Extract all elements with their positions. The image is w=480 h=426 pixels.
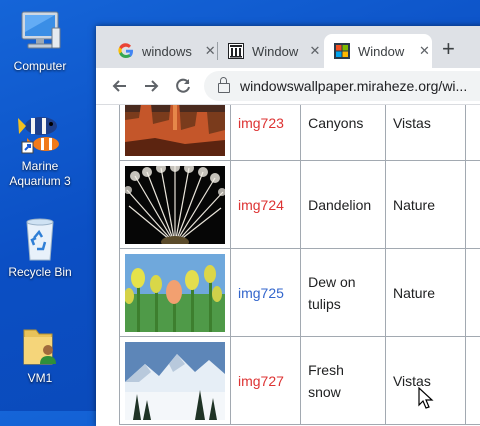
back-button[interactable] [110,76,130,96]
thumbnail-cell [120,161,231,249]
computer-icon [16,8,64,56]
image-id-link[interactable]: img727 [238,373,284,389]
id-cell: img727 [231,337,301,425]
thumbnail-cell [120,105,231,161]
desktop-icon-label: Marine Aquarium 3 [0,159,80,189]
desktop-icon-label: Computer [0,59,80,74]
browser-window: windows ✕ Window ✕ [96,26,480,426]
thumbnail-canyons[interactable] [125,105,225,156]
name-cell: Dew on tulips [301,249,386,337]
desktop-icon-recycle-bin[interactable]: Recycle Bin [0,214,80,280]
tab-windows-wallpaper[interactable]: Window ✕ [324,34,432,68]
address-bar[interactable]: windowswallpaper.miraheze.org/wi... [204,71,480,101]
table-row: img724 Dandelion Nature [120,161,480,249]
thumbnail-tulips[interactable] [125,254,225,332]
thumbnail-dandelion[interactable] [125,166,225,244]
tab-google-search[interactable]: windows ✕ [108,34,218,68]
empty-cell [465,337,480,425]
windows-logo-icon [334,43,350,59]
wallpaper-table: img723 Canyons Vistas [119,105,480,425]
empty-cell [465,249,480,337]
page-content: img723 Canyons Vistas [96,105,480,426]
category-cell: Nature [385,249,465,337]
user-folder-icon [16,320,64,368]
category-cell: Nature [385,161,465,249]
close-tab-icon[interactable]: ✕ [417,43,432,59]
wiki-columns-icon [228,43,244,59]
arrow-left-icon [110,76,130,96]
empty-cell [465,161,480,249]
google-g-icon [118,43,134,59]
thumbnail-cell [120,337,231,425]
lock-icon [218,83,230,93]
forward-button[interactable] [141,76,161,96]
table-row: img723 Canyons Vistas [120,105,480,161]
fish-icon [16,108,64,156]
new-tab-button[interactable]: + [442,38,455,60]
desktop-icon-label: VM1 [0,371,80,386]
tab-title: Window [358,44,411,59]
close-tab-icon[interactable]: ✕ [202,43,218,59]
id-cell: img724 [231,161,301,249]
desktop-icon-label: Recycle Bin [0,265,80,280]
id-cell: img725 [231,249,301,337]
browser-toolbar: windowswallpaper.miraheze.org/wi... [96,68,480,105]
image-id-link[interactable]: img723 [238,115,284,131]
tab-wiki[interactable]: Window ✕ [218,34,322,68]
recycle-bin-icon [16,214,64,262]
arrow-right-icon [141,76,161,96]
image-id-link[interactable]: img725 [238,285,284,301]
category-cell: Vistas [385,105,465,161]
thumbnail-cell [120,249,231,337]
url-text: windowswallpaper.miraheze.org/wi... [240,78,467,94]
name-cell: Dandelion [301,161,386,249]
name-cell: Canyons [301,105,386,161]
reload-icon [173,76,193,96]
desktop-icon-marine-aquarium[interactable]: Marine Aquarium 3 [0,108,80,189]
reload-button[interactable] [173,76,193,96]
tab-title: Window [252,44,302,59]
tab-title: windows [142,44,196,59]
close-tab-icon[interactable]: ✕ [308,43,322,59]
thumbnail-snow[interactable] [125,342,225,420]
table-row: img725 Dew on tulips Nature [120,249,480,337]
tab-strip: windows ✕ Window ✕ [96,26,480,68]
mouse-cursor-icon [418,387,434,416]
empty-cell [465,105,480,161]
desktop-icon-vm1[interactable]: VM1 [0,320,80,386]
name-cell: Fresh snow [301,337,386,425]
image-id-link[interactable]: img724 [238,197,284,213]
id-cell: img723 [231,105,301,161]
desktop-icon-computer[interactable]: Computer [0,8,80,74]
